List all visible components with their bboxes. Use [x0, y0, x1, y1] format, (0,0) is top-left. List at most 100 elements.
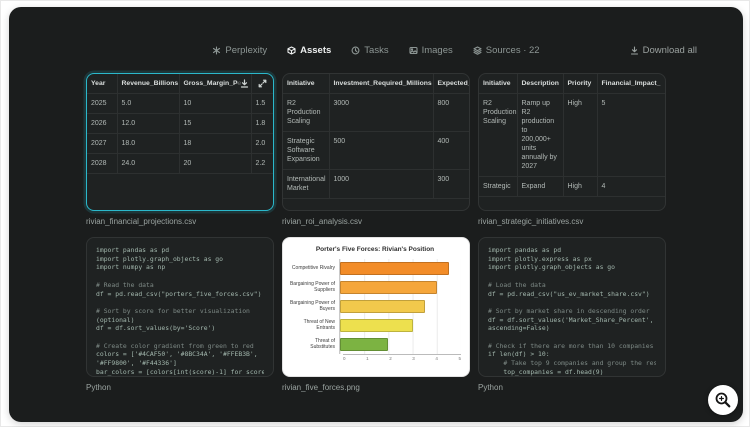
download-all-label: Download all: [642, 45, 697, 56]
code-line: import pandas as pd: [96, 246, 170, 254]
x-tick-label: 2: [389, 356, 392, 361]
chart-bar: [340, 338, 389, 351]
chart-plot-area: Competitive Rivalry Bargaining Power of S…: [289, 259, 461, 354]
download-all-button[interactable]: Download all: [630, 45, 697, 56]
csv-table: Initiative Investment_Required_Millions Ex…: [283, 74, 469, 199]
table-row: 2025 5.0 10 1.5: [87, 93, 273, 114]
assets-icon: [287, 46, 296, 55]
column-header: Revenue_Billions: [117, 74, 180, 94]
asset-card-strategic-initiatives[interactable]: Initiative Description Priority Financial_I…: [478, 73, 666, 211]
csv-table: Initiative Description Priority Financial_I…: [479, 74, 665, 197]
table-row: 2028 24.0 20 2.2: [87, 153, 273, 174]
table-cell: 1.5: [251, 93, 273, 114]
column-header: Investment_Required_Millions: [329, 74, 434, 94]
x-tick-label: 4: [435, 356, 438, 361]
table-cell: 2027: [87, 133, 118, 154]
tab-label: Sources · 22: [485, 45, 540, 56]
tab-label: Images: [421, 45, 453, 56]
code-line: colors = ['#4CAF50', '#8BC34A', '#FFEB3B…: [96, 350, 258, 359]
assets-grid: Year Revenue_Billions Gross_Margin_Pe 2025 5…: [86, 73, 666, 394]
tab-tasks[interactable]: Tasks: [351, 45, 389, 56]
chart-row: Threat of New Entrants: [289, 316, 461, 335]
asset-cell: Initiative Investment_Required_Millions Ex…: [282, 73, 470, 228]
table-cell: 3000: [329, 93, 434, 132]
asset-card-python-market-share[interactable]: import pandas as pd import plotly.express…: [478, 237, 666, 377]
column-header: Initiative: [283, 74, 330, 94]
code-line: import plotly.graph_objects as go: [96, 254, 223, 263]
x-tick-label: 3: [412, 356, 415, 361]
magnifier-zoom-button[interactable]: [708, 385, 738, 415]
code-line: # Load the data: [488, 280, 546, 289]
asset-cell: import pandas as pd import plotly.graph_o…: [86, 237, 274, 394]
code-preview: import pandas as pd import plotly.express…: [479, 238, 665, 376]
table-cell: 5: [597, 93, 665, 177]
code-line: df = pd.read_csv("us_ev_market_share.csv…: [488, 289, 650, 298]
chart-category-label: Bargaining Power of Suppliers: [289, 281, 335, 293]
table-cell: 800: [433, 93, 469, 132]
code-line: df = df.sort_values('Market_Share_Percen…: [488, 315, 654, 324]
code-line: # Sort by market share in descending ord…: [488, 306, 650, 315]
asset-language-label: Python: [478, 383, 503, 392]
code-line: import numpy as np: [96, 263, 166, 272]
code-line: df = pd.read_csv("porters_five_forces.cs…: [96, 289, 262, 298]
tasks-icon: [351, 46, 360, 55]
table-cell: High: [563, 93, 598, 177]
table-cell: 4: [597, 176, 665, 197]
table-cell: 300: [433, 169, 469, 199]
tab-assets[interactable]: Assets: [287, 45, 331, 56]
code-line: import plotly.express as px: [488, 254, 592, 263]
chart-track: [339, 278, 461, 297]
column-header: Year: [87, 74, 118, 94]
chart-bar: [340, 319, 413, 332]
table-cell: 5.0: [117, 93, 180, 114]
perplexity-logo-icon: [213, 46, 221, 55]
chart-bar: [340, 281, 437, 294]
code-line: bar_colors = [colors[int(score)-1] for s…: [96, 367, 264, 376]
code-line: top_companies = df.head(9): [488, 367, 604, 376]
images-icon: [409, 46, 418, 55]
table-row: 2027 18.0 18 2.0: [87, 133, 273, 154]
chart-category-label: Threat of New Entrants: [303, 319, 335, 331]
chart-category-label: Competitive Rivalry: [291, 264, 335, 271]
table-cell: 2.0: [251, 133, 273, 154]
chart-row: Bargaining Power of Buyers: [289, 297, 461, 316]
chart-track: [339, 297, 461, 316]
code-line: import pandas as pd: [488, 246, 562, 254]
table-cell: 1.8: [251, 113, 273, 134]
tab-perplexity[interactable]: Perplexity: [212, 45, 267, 56]
asset-card-financial-projections[interactable]: Year Revenue_Billions Gross_Margin_Pe 2025 5…: [86, 73, 274, 211]
table-row: R2 Production Scaling 3000 800: [283, 93, 469, 132]
expand-asset-button[interactable]: [256, 77, 269, 90]
column-header: Priority: [563, 74, 598, 94]
x-tick-label: 0: [343, 356, 346, 361]
asset-card-five-forces-image[interactable]: Porter's Five Forces: Rivian's Position …: [282, 237, 470, 377]
table-cell: 500: [329, 131, 434, 170]
asset-filename: rivian_strategic_initiatives.csv: [478, 217, 584, 226]
code-line: df = df.sort_values(by='Score'): [96, 324, 216, 333]
asset-card-roi-analysis[interactable]: Initiative Investment_Required_Millions Ex…: [282, 73, 470, 211]
code-line: if len(df) > 10:: [488, 350, 550, 359]
tab-images[interactable]: Images: [409, 45, 453, 56]
chart-row: Bargaining Power of Suppliers: [289, 278, 461, 297]
asset-filename: rivian_five_forces.png: [282, 383, 360, 392]
axis-spacer: [289, 354, 343, 361]
table-row: International Market 1000 300: [283, 169, 469, 199]
table-row: R2 Production Scaling Ramp up R2 producti…: [479, 93, 665, 177]
download-asset-button[interactable]: [238, 77, 251, 90]
code-line: # Create color gradient from green to re…: [96, 341, 254, 350]
asset-card-python-five-forces[interactable]: import pandas as pd import plotly.graph_o…: [86, 237, 274, 377]
table-cell: Ramp up R2 production to 200,000+ units …: [517, 93, 564, 177]
chart-row: Threat of Substitutes: [289, 335, 461, 354]
code-line: import plotly.graph_objects as go: [488, 263, 615, 272]
csv-preview: Initiative Description Priority Financial_I…: [479, 74, 665, 197]
asset-cell: Porter's Five Forces: Rivian's Position …: [282, 237, 470, 394]
code-line: '#FF9800', '#F44336']: [96, 359, 177, 368]
tab-sources[interactable]: Sources · 22: [473, 45, 540, 56]
table-cell: Expand: [517, 176, 564, 197]
chart-track: [339, 335, 461, 354]
chart-x-axis: 0 1 2 3 4 5: [289, 354, 461, 361]
table-cell: 2.2: [251, 153, 273, 174]
download-icon: [240, 79, 249, 88]
